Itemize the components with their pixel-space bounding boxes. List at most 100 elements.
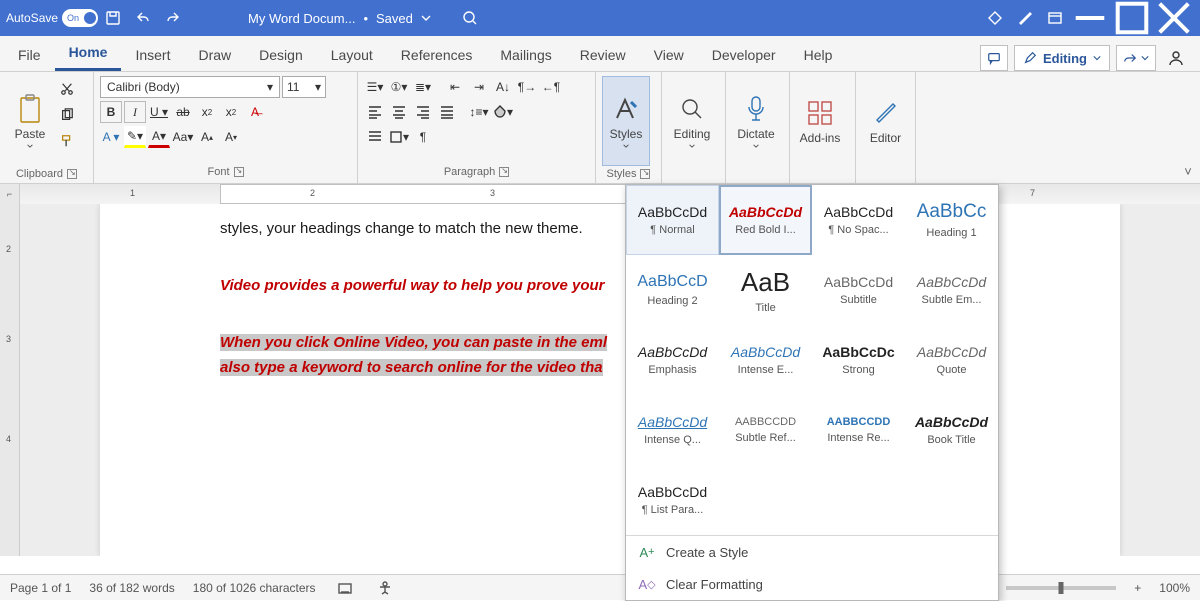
dictate-button[interactable]: Dictate — [732, 76, 780, 166]
line-spacing-icon[interactable]: ↕≡▾ — [468, 101, 490, 123]
search-icon[interactable] — [461, 9, 479, 27]
subscript-button[interactable]: x2 — [196, 101, 218, 123]
distribute-icon[interactable] — [364, 126, 386, 148]
style-item[interactable]: AaBbCcDdIntense Q... — [626, 395, 719, 465]
decrease-indent-icon[interactable]: ⇤ — [444, 76, 466, 98]
autosave-toggle[interactable]: AutoSave On — [6, 9, 98, 27]
dialog-launcher-icon[interactable] — [640, 169, 650, 179]
font-name-dropdown[interactable]: Calibri (Body)▾ — [100, 76, 280, 98]
tab-view[interactable]: View — [640, 39, 698, 71]
spellcheck-icon[interactable] — [334, 577, 356, 599]
justify-icon[interactable] — [436, 101, 458, 123]
editing-group-button[interactable]: Editing — [668, 76, 716, 166]
tab-review[interactable]: Review — [566, 39, 640, 71]
style-item[interactable]: AaBbCcDdBook Title — [905, 395, 998, 465]
numbering-icon[interactable]: ①▾ — [388, 76, 410, 98]
share-button[interactable] — [1116, 45, 1156, 71]
shading-icon[interactable]: ▾ — [492, 101, 514, 123]
style-item[interactable]: AaBbCcHeading 1 — [905, 185, 998, 255]
zoom-in-button[interactable]: + — [1134, 581, 1141, 595]
char-count[interactable]: 180 of 1026 characters — [193, 581, 316, 595]
bold-button[interactable]: B — [100, 101, 122, 123]
dialog-launcher-icon[interactable] — [234, 167, 244, 177]
accessibility-icon[interactable] — [374, 577, 396, 599]
style-item[interactable]: AaBbCcDd¶ List Para... — [626, 465, 719, 535]
tab-file[interactable]: File — [4, 39, 55, 71]
zoom-level[interactable]: 100% — [1159, 581, 1190, 595]
tab-references[interactable]: References — [387, 39, 487, 71]
editor-button[interactable]: Editor — [862, 76, 909, 166]
minimize-button[interactable] — [1070, 3, 1110, 33]
style-item[interactable]: AABBCCDDSubtle Ref... — [719, 395, 812, 465]
style-item[interactable]: AaBbCcDdEmphasis — [626, 325, 719, 395]
vertical-ruler[interactable]: 2 3 4 — [0, 204, 20, 556]
maximize-button[interactable] — [1112, 3, 1152, 33]
align-right-icon[interactable] — [412, 101, 434, 123]
style-item[interactable]: AaBbCcDdRed Bold I... — [719, 185, 812, 255]
account-icon[interactable] — [1162, 47, 1190, 69]
tab-insert[interactable]: Insert — [121, 39, 184, 71]
font-color-icon[interactable]: A▾ — [148, 126, 170, 148]
pilcrow-icon[interactable]: ¶ — [412, 126, 434, 148]
align-center-icon[interactable] — [388, 101, 410, 123]
styles-button[interactable]: Styles — [602, 76, 650, 166]
superscript-button[interactable]: x2 — [220, 101, 242, 123]
brush-icon[interactable] — [1010, 3, 1040, 33]
text-effects-icon[interactable]: A ▾ — [100, 126, 122, 148]
word-count[interactable]: 36 of 182 words — [89, 581, 174, 595]
style-item[interactable]: AaBbCcDdSubtitle — [812, 255, 905, 325]
tab-help[interactable]: Help — [790, 39, 847, 71]
tab-developer[interactable]: Developer — [698, 39, 790, 71]
style-item[interactable]: AaBbCcDd¶ No Spac... — [812, 185, 905, 255]
ltr-icon[interactable]: ¶→ — [516, 76, 538, 98]
dialog-launcher-icon[interactable] — [499, 167, 509, 177]
window-icon[interactable] — [1040, 3, 1070, 33]
diamond-icon[interactable] — [980, 3, 1010, 33]
style-item[interactable]: AaBbCcDcStrong — [812, 325, 905, 395]
clear-format-icon[interactable]: A̶ — [244, 101, 266, 123]
strikethrough-button[interactable]: ab — [172, 101, 194, 123]
tab-layout[interactable]: Layout — [317, 39, 387, 71]
create-style-item[interactable]: A+ Create a Style — [626, 536, 998, 568]
bullets-icon[interactable]: ☰▾ — [364, 76, 386, 98]
copy-icon[interactable] — [56, 104, 78, 126]
horizontal-ruler[interactable]: 1 2 3 7 — [20, 184, 1200, 204]
grow-font-icon[interactable]: A▴ — [196, 126, 218, 148]
addins-button[interactable]: Add-ins — [796, 76, 844, 166]
style-item[interactable]: AABBCCDDIntense Re... — [812, 395, 905, 465]
tab-draw[interactable]: Draw — [184, 39, 245, 71]
highlight-icon[interactable]: ✎▾ — [124, 126, 146, 148]
cut-icon[interactable] — [56, 78, 78, 100]
style-item[interactable]: AaBbCcDdSubtle Em... — [905, 255, 998, 325]
shrink-font-icon[interactable]: A▾ — [220, 126, 242, 148]
style-item[interactable]: AaBbCcDHeading 2 — [626, 255, 719, 325]
underline-button[interactable]: U ▾ — [148, 101, 170, 123]
save-icon[interactable] — [98, 3, 128, 33]
comments-button[interactable] — [980, 45, 1008, 71]
format-painter-icon[interactable] — [56, 130, 78, 152]
align-left-icon[interactable] — [364, 101, 386, 123]
tab-mailings[interactable]: Mailings — [486, 39, 565, 71]
multilevel-list-icon[interactable]: ≣▾ — [412, 76, 434, 98]
dialog-launcher-icon[interactable] — [67, 169, 77, 179]
change-case-icon[interactable]: Aa▾ — [172, 126, 194, 148]
tab-design[interactable]: Design — [245, 39, 317, 71]
style-item[interactable]: AaBTitle — [719, 255, 812, 325]
toggle-switch[interactable]: On — [62, 9, 98, 27]
page-indicator[interactable]: Page 1 of 1 — [10, 581, 71, 595]
sort-icon[interactable]: A↓ — [492, 76, 514, 98]
font-size-dropdown[interactable]: 11▾ — [282, 76, 326, 98]
increase-indent-icon[interactable]: ⇥ — [468, 76, 490, 98]
clear-formatting-item[interactable]: A◇ Clear Formatting — [626, 568, 998, 600]
rtl-icon[interactable]: ←¶ — [540, 76, 562, 98]
zoom-slider[interactable] — [1006, 586, 1116, 590]
editing-mode-button[interactable]: Editing — [1014, 45, 1110, 71]
style-item[interactable]: AaBbCcDdIntense E... — [719, 325, 812, 395]
close-button[interactable] — [1154, 3, 1194, 33]
redo-icon[interactable] — [158, 3, 188, 33]
undo-icon[interactable] — [128, 3, 158, 33]
style-item[interactable]: AaBbCcDd¶ Normal — [626, 185, 719, 255]
italic-button[interactable]: I — [124, 101, 146, 123]
paste-button[interactable]: Paste — [6, 76, 54, 166]
tab-home[interactable]: Home — [55, 36, 122, 71]
